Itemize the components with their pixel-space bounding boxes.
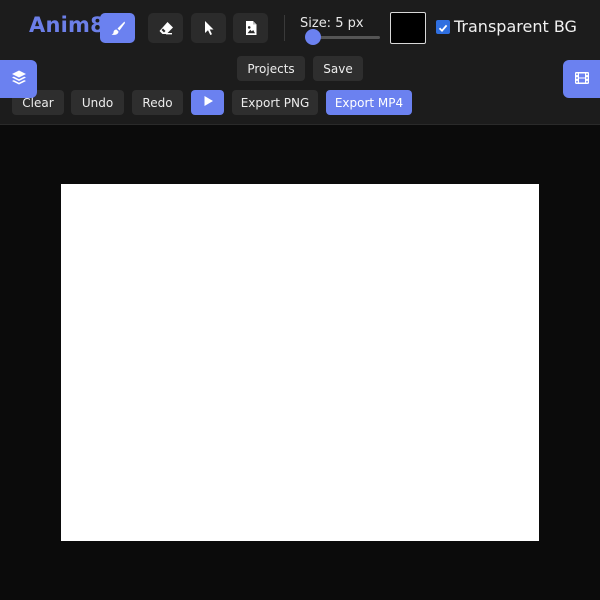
- select-tool-button[interactable]: [191, 13, 226, 43]
- film-icon: [574, 70, 590, 89]
- toolbar-divider: [284, 15, 285, 41]
- app-logo: Anim8: [29, 13, 105, 37]
- transparent-bg-checkbox[interactable]: [436, 20, 450, 34]
- eraser-icon: [158, 20, 174, 36]
- transparent-bg-label: Transparent BG: [454, 17, 577, 36]
- export-mp4-button[interactable]: Export MP4: [326, 90, 412, 115]
- checkmark-icon: [438, 18, 448, 37]
- brush-icon: [110, 20, 126, 36]
- toolbar: Anim8 Size: 5 px Transparent BG Projects…: [0, 0, 600, 125]
- layers-icon: [11, 69, 27, 89]
- export-png-button[interactable]: Export PNG: [232, 90, 318, 115]
- app: Anim8 Size: 5 px Transparent BG Projects…: [0, 0, 600, 600]
- undo-button[interactable]: Undo: [71, 90, 124, 115]
- play-icon: [202, 95, 214, 110]
- eraser-tool-button[interactable]: [148, 13, 183, 43]
- play-button[interactable]: [191, 90, 224, 115]
- color-picker[interactable]: [390, 12, 426, 44]
- redo-button[interactable]: Redo: [132, 90, 183, 115]
- image-file-icon: [244, 20, 258, 36]
- save-button[interactable]: Save: [313, 56, 363, 81]
- drawing-canvas[interactable]: [61, 184, 539, 541]
- frames-panel-button[interactable]: [563, 60, 600, 98]
- projects-button[interactable]: Projects: [237, 56, 305, 81]
- brush-tool-button[interactable]: [100, 13, 135, 43]
- brush-size-slider-thumb[interactable]: [305, 29, 321, 45]
- cursor-icon: [202, 20, 216, 36]
- layers-panel-button[interactable]: [0, 60, 37, 98]
- image-tool-button[interactable]: [233, 13, 268, 43]
